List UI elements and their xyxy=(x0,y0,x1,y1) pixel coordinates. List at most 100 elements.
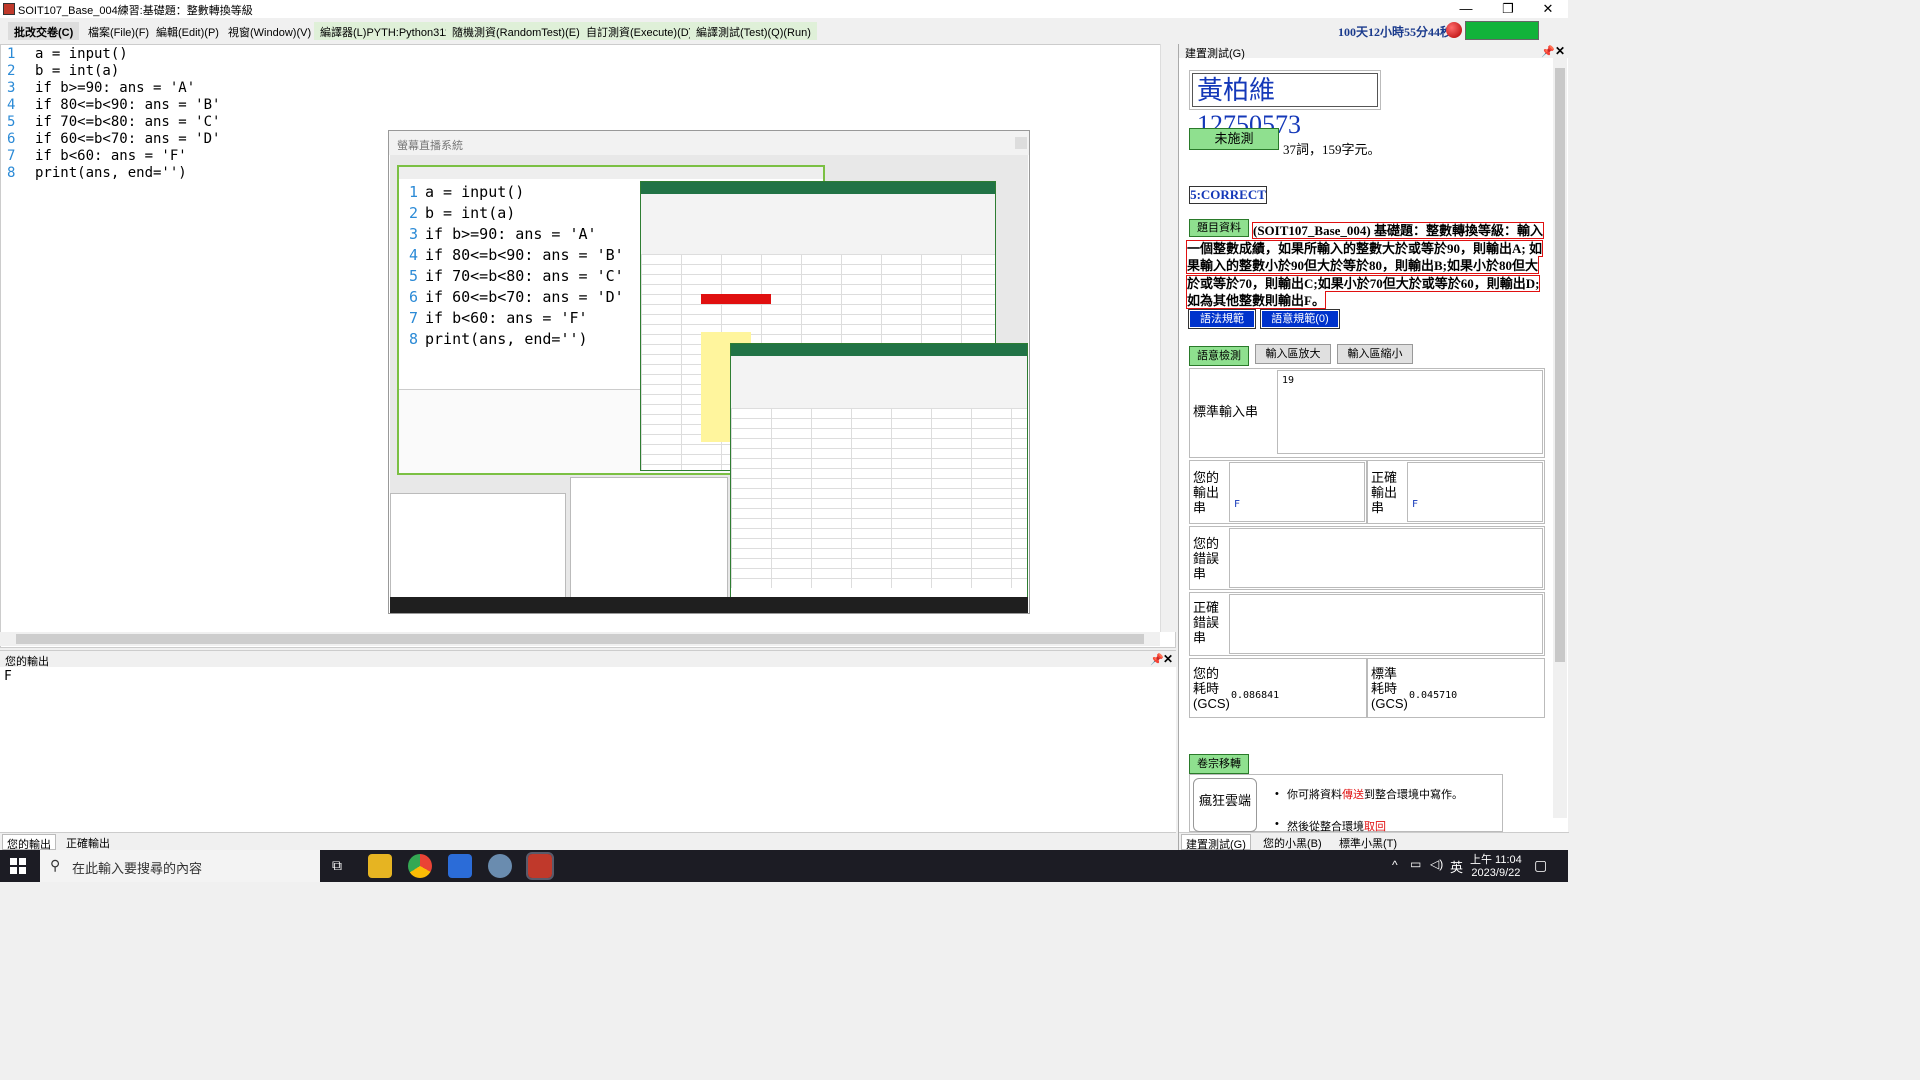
menu-window[interactable]: 視窗(Window)(V) xyxy=(222,22,317,40)
code-line[interactable]: if b>=90: ans = 'A' xyxy=(35,80,195,96)
editor-horizontal-scrollbar[interactable] xyxy=(0,632,1160,646)
ime-indicator[interactable]: 英 xyxy=(1450,857,1463,876)
tab-your-output[interactable]: 您的輸出 xyxy=(2,834,56,851)
shared-excel-window-2 xyxy=(730,343,1028,601)
std-input-field[interactable]: 19 xyxy=(1277,370,1543,454)
tab-your-console[interactable]: 您的小黑(B) xyxy=(1259,834,1326,850)
app-taskbar-icon[interactable] xyxy=(526,852,554,880)
shared-code-line: b = int(a) xyxy=(425,204,516,222)
word-count: 37詞，159字元。 xyxy=(1283,142,1381,157)
network-icon[interactable]: ▭ xyxy=(1410,857,1421,871)
shared-code-line: if b>=90: ans = 'A' xyxy=(425,225,597,243)
scroll-thumb[interactable] xyxy=(1555,68,1565,662)
output-panel-header: 您的輸出 📌 ✕ xyxy=(0,651,1176,668)
syntax-rules-button[interactable]: 語法規範 xyxy=(1188,309,1256,329)
notification-icon[interactable]: ▢ xyxy=(1534,857,1547,874)
code-line[interactable]: print(ans, end='') xyxy=(35,165,187,181)
menu-custom-test[interactable]: 自訂測資(Execute)(D) xyxy=(580,22,699,40)
menu-compiler[interactable]: 編譯器(L)PYTH:Python311 xyxy=(314,22,457,40)
scroll-thumb[interactable] xyxy=(16,634,1144,644)
volume-icon[interactable]: ◁) xyxy=(1430,857,1443,871)
tab-file-transfer[interactable]: 卷宗移轉 xyxy=(1189,754,1249,774)
right-bottom-tabs: 建置測試(G) 您的小黑(B) 標準小黑(T) xyxy=(1179,832,1569,851)
line-number: 3 xyxy=(7,80,16,96)
clock-date: 2023/9/22 xyxy=(1471,867,1521,879)
menu-random-test[interactable]: 隨機測資(RandomTest)(E) xyxy=(446,22,586,40)
send-link[interactable]: 傳送 xyxy=(1342,789,1364,801)
code-line[interactable]: if 70<=b<80: ans = 'C' xyxy=(35,114,220,130)
your-time-label: 您的耗時(GCS) xyxy=(1193,666,1230,711)
shared-code-line: if 70<=b<80: ans = 'C' xyxy=(425,267,624,285)
transfer-bullet-1: 你可將資料傳送到整合環境中寫作。 xyxy=(1287,788,1497,802)
windows-start-icon[interactable] xyxy=(10,858,26,874)
bullet-text: 到整合環境中寫作。 xyxy=(1364,789,1463,801)
correct-output-label: 正確輸出串 xyxy=(1371,470,1398,515)
screen-share-window: 螢幕直播系統 1 2 3 4 5 6 7 8 a = input() b = i… xyxy=(388,130,1030,614)
shared-taskbar xyxy=(390,597,1028,613)
close-icon[interactable]: ✕ xyxy=(1555,44,1565,58)
maximize-button[interactable]: ❐ xyxy=(1488,0,1528,18)
shared-test-panel xyxy=(570,477,728,601)
menu-compile-test[interactable]: 編譯測試(Test)(Q)(Run) xyxy=(690,22,817,40)
shared-line-number: 8 xyxy=(409,330,419,348)
taskbar-search[interactable]: ⚲ 在此輸入要搜尋的內容 xyxy=(40,850,320,882)
tab-std-console[interactable]: 標準小黑(T) xyxy=(1335,834,1401,850)
shared-line-number: 2 xyxy=(409,204,419,222)
tab-correct-output[interactable]: 正確輸出 xyxy=(62,834,114,850)
menu-submit[interactable]: 批改交卷(C) xyxy=(8,22,80,40)
code-line[interactable]: if 60<=b<70: ans = 'D' xyxy=(35,131,220,147)
problem-text: (SOIT107_Base_004) 基礎題：整數轉換等級：輸入一個整數成績，如… xyxy=(1186,222,1544,309)
editor-vertical-scrollbar[interactable] xyxy=(1160,44,1176,632)
shared-desktop-image: 1 2 3 4 5 6 7 8 a = input() b = int(a) i… xyxy=(390,155,1028,601)
line-number: 6 xyxy=(7,131,16,147)
line-number: 2 xyxy=(7,63,16,79)
tab-shrink-input[interactable]: 輸入區縮小 xyxy=(1337,344,1413,364)
shared-menu-bar xyxy=(399,167,823,179)
test-status-button[interactable]: 未施測 xyxy=(1189,128,1279,150)
correct-output-value: F xyxy=(1407,462,1543,522)
menu-file[interactable]: 檔案(File)(F) xyxy=(82,22,155,40)
correct-error-value xyxy=(1229,594,1543,654)
close-button[interactable]: ✕ xyxy=(1528,0,1568,18)
right-panel-header: 建置測試(G) 📌 ✕ xyxy=(1179,44,1569,60)
chrome-icon[interactable] xyxy=(408,854,432,878)
task-view-icon[interactable]: ⧉ xyxy=(332,857,342,874)
minimize-button[interactable]: — xyxy=(1446,0,1486,18)
build-test-panel: 建置測試(G) 📌 ✕ 黃柏維12750573 未施測 37詞，159字元。 5… xyxy=(1178,44,1569,851)
pin-icon[interactable]: 📌 xyxy=(1150,653,1164,666)
std-time-label: 標準耗時(GCS) xyxy=(1371,666,1408,711)
countdown-timer: 100天12小時55分44秒 xyxy=(1338,25,1453,39)
shared-line-number: 1 xyxy=(409,183,419,201)
output-content[interactable]: F xyxy=(4,669,12,684)
line-number: 1 xyxy=(7,46,16,62)
clock-time: 上午 11:04 xyxy=(1470,854,1522,866)
shared-line-number: 7 xyxy=(409,309,419,327)
cloud-button[interactable]: 瘋狂雲端 xyxy=(1193,778,1257,832)
code-line[interactable]: b = int(a) xyxy=(35,63,119,79)
screen-share-title: 螢幕直播系統 xyxy=(397,140,463,152)
right-panel-scrollbar[interactable] xyxy=(1553,58,1567,818)
tab-semantic-check[interactable]: 語意檢測 xyxy=(1189,346,1249,366)
file-explorer-icon[interactable] xyxy=(368,854,392,878)
problem-description: (SOIT107_Base_004) 基礎題：整數轉換等級：輸入一個整數成績，如… xyxy=(1186,222,1547,310)
output-panel: 您的輸出 📌 ✕ F xyxy=(0,650,1176,832)
shared-line-number: 6 xyxy=(409,288,419,306)
screen-share-close-button[interactable] xyxy=(1015,137,1027,149)
pin-icon[interactable]: 📌 xyxy=(1541,45,1555,58)
close-icon[interactable]: ✕ xyxy=(1163,652,1173,666)
system-clock[interactable]: 上午 11:04 2023/9/22 xyxy=(1470,851,1522,879)
code-line[interactable]: if b<60: ans = 'F' xyxy=(35,148,187,164)
std-input-label: 標準輸入串 xyxy=(1193,404,1259,419)
code-line[interactable]: if 80<=b<90: ans = 'B' xyxy=(35,97,220,113)
tray-expand-icon[interactable]: ^ xyxy=(1392,858,1398,872)
tab-enlarge-input[interactable]: 輸入區放大 xyxy=(1255,344,1331,364)
semantic-rules-button[interactable]: 語意規範(0) xyxy=(1260,309,1340,329)
messenger-icon[interactable] xyxy=(448,854,472,878)
line-number: 7 xyxy=(7,148,16,164)
code-line[interactable]: a = input() xyxy=(35,46,128,62)
menu-edit[interactable]: 編輯(Edit)(P) xyxy=(150,22,225,40)
excel-ribbon xyxy=(641,194,995,254)
tab-build-test[interactable]: 建置測試(G) xyxy=(1181,834,1251,851)
student-name: 黃柏維12750573 xyxy=(1192,73,1378,139)
python-icon[interactable] xyxy=(488,854,512,878)
